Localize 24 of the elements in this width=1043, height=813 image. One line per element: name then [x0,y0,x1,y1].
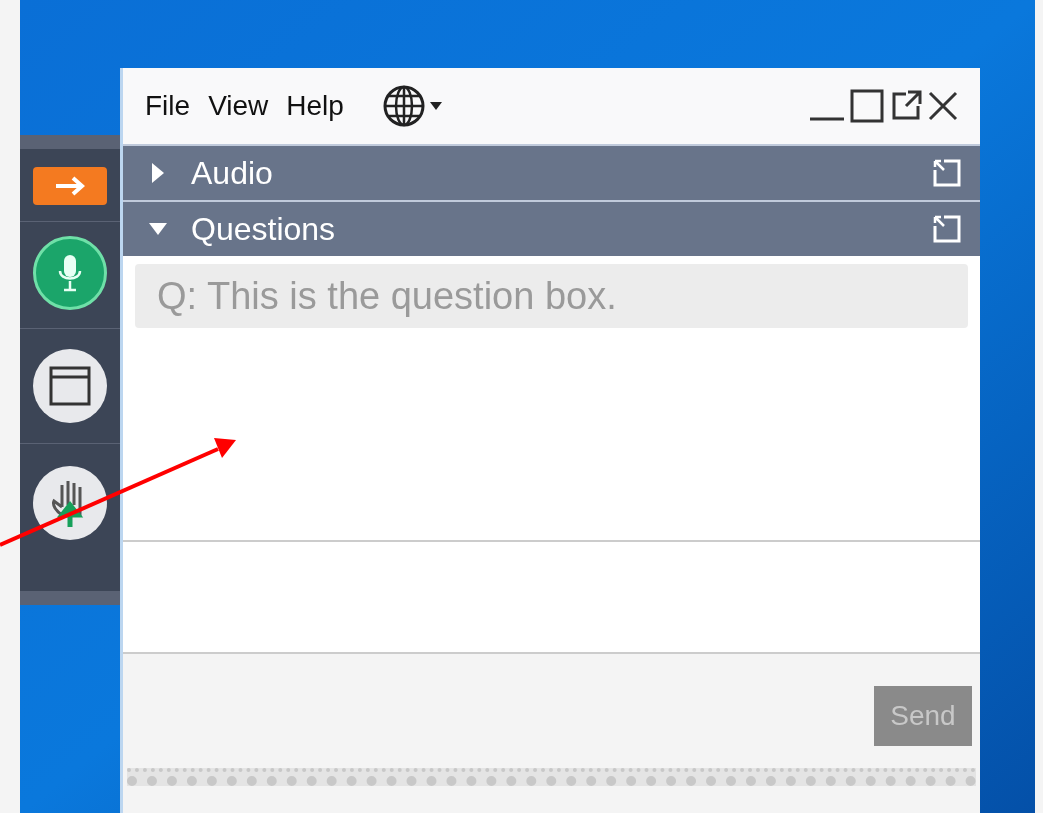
globe-icon [381,84,426,128]
undock-icon[interactable] [932,158,962,188]
maximize-icon[interactable] [850,89,884,123]
minimize-icon[interactable] [810,115,844,123]
window-icon [49,366,91,406]
question-field[interactable]: Q: This is the question box. [135,264,968,328]
arrow-icon [53,175,87,197]
pop-out-icon[interactable] [890,90,922,122]
collapse-triangle-icon [149,223,167,235]
panel-header[interactable]: Questions [123,200,980,256]
close-icon[interactable] [928,91,958,121]
resize-grip[interactable] [127,768,976,786]
menu-item[interactable]: File [145,85,191,127]
menu-item[interactable]: Help [286,85,344,127]
panel-header[interactable]: Audio [123,144,980,200]
expand-triangle-icon [152,163,164,183]
panel-title: Audio [191,154,274,193]
language-button[interactable] [381,84,442,128]
arrow-button[interactable] [33,167,107,205]
undock-icon[interactable] [932,214,962,244]
microphone-icon [57,253,83,293]
panel-title: Questions [191,210,337,249]
menu-item[interactable]: View [208,85,269,127]
caret-icon [429,102,442,110]
